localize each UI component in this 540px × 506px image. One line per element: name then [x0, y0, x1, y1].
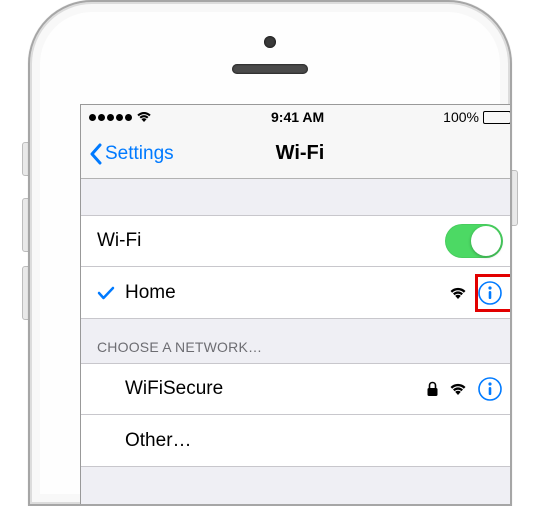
connected-network-row[interactable]: Home: [81, 267, 512, 319]
navigation-bar: Settings Wi-Fi: [81, 129, 512, 179]
chevron-left-icon: [89, 143, 103, 165]
wifi-toggle-label: Wi-Fi: [97, 230, 445, 252]
battery-icon: [483, 111, 511, 124]
checkmark-icon: [97, 286, 115, 300]
other-network-label: Other…: [125, 430, 503, 452]
wifi-status-icon: [136, 111, 152, 123]
status-time: 9:41 AM: [271, 109, 324, 125]
wifi-signal-icon: [449, 382, 467, 396]
battery-percentage: 100%: [443, 109, 479, 125]
info-icon[interactable]: [477, 280, 503, 306]
back-button[interactable]: Settings: [89, 143, 174, 165]
choose-network-header: CHOOSE A NETWORK…: [81, 319, 512, 363]
info-icon[interactable]: [477, 376, 503, 402]
wifi-toggle-row: Wi-Fi: [81, 215, 512, 267]
connected-network-name: Home: [125, 282, 449, 304]
front-camera: [264, 36, 276, 48]
status-bar: 9:41 AM 100%: [81, 105, 512, 129]
wifi-signal-icon: [449, 286, 467, 300]
phone-frame: 9:41 AM 100% Settings Wi-Fi Wi-Fi: [28, 0, 512, 506]
earpiece-speaker: [232, 64, 308, 74]
signal-strength-icon: [89, 114, 132, 121]
back-label: Settings: [105, 143, 174, 165]
screen: 9:41 AM 100% Settings Wi-Fi Wi-Fi: [80, 104, 512, 506]
lock-icon: [426, 381, 439, 397]
network-row[interactable]: WiFiSecure: [81, 363, 512, 415]
other-network-row[interactable]: Other…: [81, 415, 512, 467]
content: Wi-Fi Home: [81, 179, 512, 467]
network-name: WiFiSecure: [125, 378, 426, 400]
wifi-toggle[interactable]: [445, 224, 503, 258]
